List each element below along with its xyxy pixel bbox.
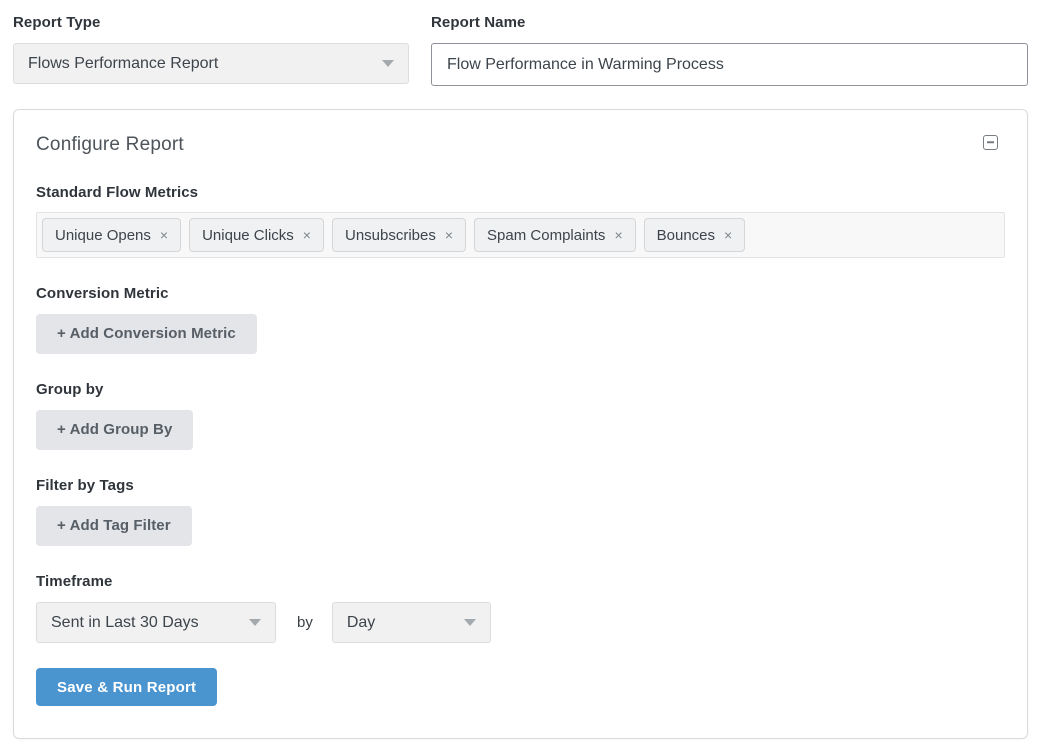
minus-square-icon bbox=[983, 135, 998, 150]
save-row: Save & Run Report bbox=[36, 643, 1005, 706]
configure-report-card: Configure Report Standard Flow Metrics U… bbox=[13, 109, 1028, 739]
report-type-select[interactable]: Flows Performance Report bbox=[13, 43, 409, 84]
remove-chip-icon[interactable]: × bbox=[724, 228, 732, 242]
report-name-input[interactable] bbox=[431, 43, 1028, 86]
report-builder-page: Report Type Flows Performance Report Rep… bbox=[0, 0, 1042, 739]
metric-chip: Unsubscribes × bbox=[332, 218, 466, 252]
timeframe-row: Sent in Last 30 Days by Day bbox=[36, 602, 1005, 643]
remove-chip-icon[interactable]: × bbox=[445, 228, 453, 242]
conversion-metric-label: Conversion Metric bbox=[36, 285, 1005, 302]
metric-chip: Bounces × bbox=[644, 218, 746, 252]
remove-chip-icon[interactable]: × bbox=[614, 228, 622, 242]
metric-chip-label: Spam Complaints bbox=[487, 227, 605, 244]
filter-by-tags-label: Filter by Tags bbox=[36, 477, 1005, 494]
report-type-field: Report Type Flows Performance Report bbox=[13, 14, 409, 84]
timeframe-interval-value: Day bbox=[347, 614, 454, 632]
chevron-down-icon bbox=[382, 60, 394, 67]
report-name-field: Report Name bbox=[431, 14, 1028, 86]
metric-chip-label: Unsubscribes bbox=[345, 227, 436, 244]
metric-chip-label: Bounces bbox=[657, 227, 715, 244]
metric-chip-label: Unique Opens bbox=[55, 227, 151, 244]
report-type-label: Report Type bbox=[13, 14, 409, 31]
chevron-down-icon bbox=[249, 619, 261, 626]
standard-flow-metrics-input[interactable]: Unique Opens × Unique Clicks × Unsubscri… bbox=[36, 212, 1005, 258]
add-conversion-metric-button[interactable]: + Add Conversion Metric bbox=[36, 314, 257, 354]
metric-chip: Unique Opens × bbox=[42, 218, 181, 252]
add-group-by-button[interactable]: + Add Group By bbox=[36, 410, 193, 450]
timeframe-range-select[interactable]: Sent in Last 30 Days bbox=[36, 602, 276, 643]
timeframe-by-label: by bbox=[297, 614, 313, 631]
timeframe-label: Timeframe bbox=[36, 573, 1005, 590]
report-type-value: Flows Performance Report bbox=[28, 55, 372, 73]
remove-chip-icon[interactable]: × bbox=[160, 228, 168, 242]
timeframe-range-value: Sent in Last 30 Days bbox=[51, 614, 239, 632]
group-by-label: Group by bbox=[36, 381, 1005, 398]
chevron-down-icon bbox=[464, 619, 476, 626]
configure-report-header: Configure Report bbox=[36, 134, 1005, 156]
metric-chip: Unique Clicks × bbox=[189, 218, 324, 252]
collapse-section-button[interactable] bbox=[979, 131, 1001, 153]
report-name-label: Report Name bbox=[431, 14, 1028, 31]
timeframe-interval-select[interactable]: Day bbox=[332, 602, 491, 643]
add-tag-filter-button[interactable]: + Add Tag Filter bbox=[36, 506, 192, 546]
remove-chip-icon[interactable]: × bbox=[303, 228, 311, 242]
metric-chip: Spam Complaints × bbox=[474, 218, 636, 252]
report-header-row: Report Type Flows Performance Report Rep… bbox=[13, 14, 1028, 86]
configure-report-title: Configure Report bbox=[36, 134, 184, 156]
standard-flow-metrics-label: Standard Flow Metrics bbox=[36, 184, 1005, 201]
metric-chip-label: Unique Clicks bbox=[202, 227, 294, 244]
save-run-report-button[interactable]: Save & Run Report bbox=[36, 668, 217, 706]
